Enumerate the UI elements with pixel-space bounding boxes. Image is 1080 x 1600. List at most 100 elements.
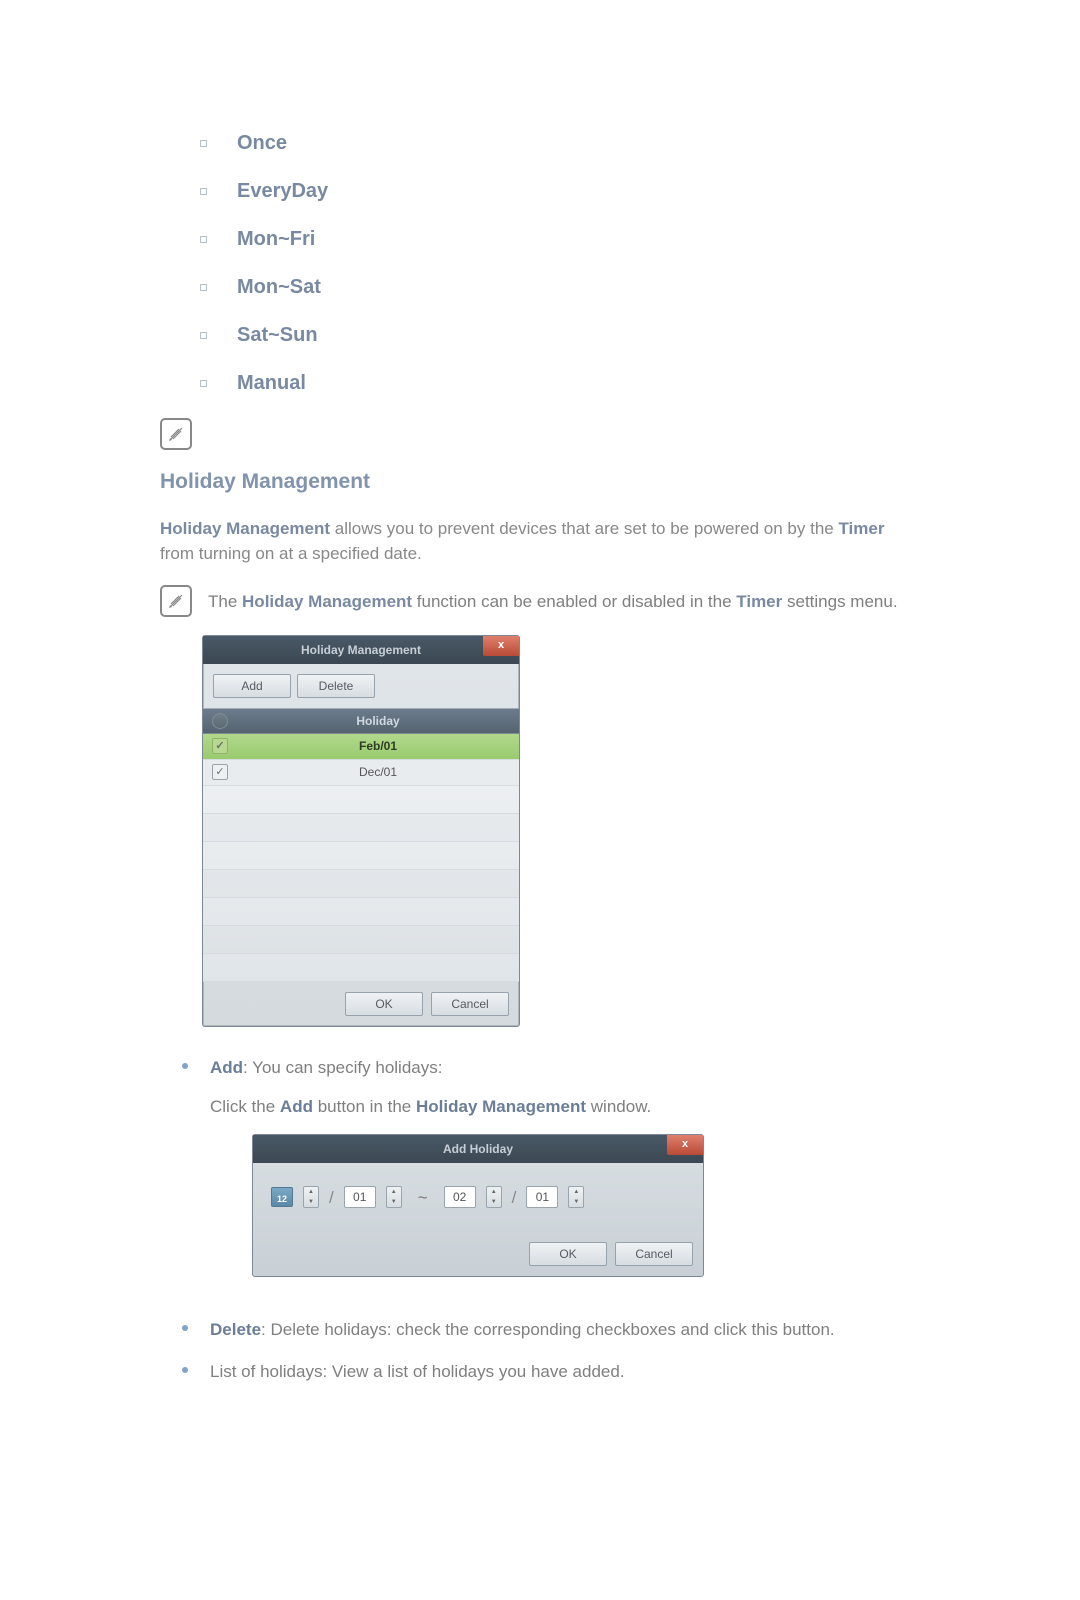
column-header-holiday: Holiday [237, 712, 519, 730]
close-button[interactable]: x [667, 1135, 703, 1155]
option-label: Sat~Sun [237, 320, 318, 350]
ok-button[interactable]: OK [529, 1242, 607, 1266]
hint-text-3: window. [586, 1097, 651, 1116]
day-start-value[interactable]: 02 [444, 1186, 476, 1208]
square-bullet-icon [200, 380, 207, 387]
day-start-spinner[interactable]: ▲▼ [386, 1186, 402, 1208]
slash-separator: / [512, 1185, 517, 1211]
square-bullet-icon [200, 188, 207, 195]
hint-text-1: Click the [210, 1097, 280, 1116]
section-heading: Holiday Management [160, 466, 920, 498]
hint-bold-add: Add [280, 1097, 313, 1116]
option-label: Manual [237, 368, 306, 398]
hint-bold-hm: Holiday Management [416, 1097, 586, 1116]
add-button-label: Add [241, 677, 262, 695]
square-bullet-icon [200, 332, 207, 339]
table-row[interactable]: ✓ Feb/01 [203, 734, 519, 760]
chevron-up-icon: ▲ [487, 1187, 501, 1197]
square-bullet-icon [200, 140, 207, 147]
dialog-titlebar: Holiday Management x [203, 636, 519, 664]
note-bold-hm: Holiday Management [242, 592, 412, 611]
chevron-down-icon: ▼ [487, 1197, 501, 1207]
row-checkbox[interactable]: ✓ [212, 738, 228, 754]
row-holiday-value: Dec/01 [237, 763, 519, 781]
feature-list-holidays: List of holidays: View a list of holiday… [182, 1359, 920, 1385]
hint-text-2: button in the [313, 1097, 416, 1116]
intro-text-2: from turning on at a specified date. [160, 544, 422, 563]
note-icon [160, 418, 192, 450]
add-button[interactable]: Add [213, 674, 291, 698]
month-start-value[interactable]: 01 [344, 1186, 376, 1208]
feature-add: Add : You can specify holidays: Click the… [182, 1055, 920, 1302]
chevron-up-icon: ▲ [304, 1187, 318, 1197]
intro-bold-timer: Timer [838, 519, 884, 538]
close-icon: x [498, 637, 504, 654]
cancel-button[interactable]: Cancel [431, 992, 509, 1016]
add-holiday-body: 12 ▲▼ / 01 ▲▼ ~ 02 ▲▼ / 01 ▲▼ [253, 1163, 703, 1233]
chevron-down-icon: ▼ [387, 1197, 401, 1207]
option-mon-fri: Mon~Fri [200, 224, 920, 254]
close-icon: x [682, 1136, 688, 1153]
table-row[interactable]: ✓ Dec/01 [203, 760, 519, 786]
chevron-up-icon: ▲ [569, 1187, 583, 1197]
ok-button[interactable]: OK [345, 992, 423, 1016]
month-start-spinner[interactable]: ▲▼ [303, 1186, 319, 1208]
dialog-footer: OK Cancel [203, 982, 519, 1026]
option-label: EveryDay [237, 176, 328, 206]
month-end-value[interactable]: 01 [526, 1186, 558, 1208]
dialog-title: Holiday Management [301, 641, 421, 659]
day-end-spinner[interactable]: ▲▼ [568, 1186, 584, 1208]
calendar-icon-label: 12 [277, 1193, 287, 1207]
slash-separator: / [329, 1185, 334, 1211]
cancel-button-label: Cancel [635, 1245, 672, 1263]
month-end-spinner[interactable]: ▲▼ [486, 1186, 502, 1208]
intro-text-1: allows you to prevent devices that are s… [330, 519, 838, 538]
note-row: The Holiday Management function can be e… [160, 585, 920, 617]
option-mon-sat: Mon~Sat [200, 272, 920, 302]
bullet-dot-icon [182, 1325, 188, 1331]
note-text: The Holiday Management function can be e… [208, 585, 898, 615]
add-holiday-dialog: Add Holiday x 12 ▲▼ / 01 ▲▼ ~ 02 ▲▼ / 01… [252, 1134, 704, 1278]
dialog-titlebar: Add Holiday x [253, 1135, 703, 1163]
delete-button-label: Delete [319, 677, 354, 695]
row-holiday-value: Feb/01 [237, 737, 519, 755]
option-once: Once [200, 128, 920, 158]
option-label: Mon~Fri [237, 224, 315, 254]
chevron-down-icon: ▼ [569, 1197, 583, 1207]
square-bullet-icon [200, 284, 207, 291]
bullet-dot-icon [182, 1063, 188, 1069]
feature-delete-desc: : Delete holidays: check the correspondi… [261, 1320, 835, 1339]
square-bullet-icon [200, 236, 207, 243]
feature-add-desc: : You can specify holidays: [243, 1058, 442, 1077]
note-text-pre: The [208, 592, 242, 611]
close-button[interactable]: x [483, 636, 519, 656]
delete-button[interactable]: Delete [297, 674, 375, 698]
intro-paragraph: Holiday Management allows you to prevent… [160, 516, 920, 567]
calendar-icon[interactable]: 12 [271, 1187, 293, 1207]
dialog-toolbar: Add Delete [203, 664, 519, 708]
option-manual: Manual [200, 368, 920, 398]
feature-list-desc: List of holidays: View a list of holiday… [210, 1362, 625, 1381]
intro-bold-hm: Holiday Management [160, 519, 330, 538]
option-everyday: EveryDay [200, 176, 920, 206]
chevron-up-icon: ▲ [387, 1187, 401, 1197]
dialog-footer: OK Cancel [253, 1232, 703, 1276]
feature-delete: Delete: Delete holidays: check the corre… [182, 1317, 920, 1343]
bullet-dot-icon [182, 1367, 188, 1373]
note-bold-timer: Timer [736, 592, 782, 611]
ok-button-label: OK [559, 1245, 576, 1263]
dialog-title: Add Holiday [443, 1140, 513, 1158]
holiday-management-dialog: Holiday Management x Add Delete Holiday … [202, 635, 520, 1027]
note-text-tail: settings menu. [782, 592, 897, 611]
chevron-down-icon: ▼ [304, 1197, 318, 1207]
note-icon [160, 585, 192, 617]
feature-delete-label: Delete [210, 1320, 261, 1339]
repeat-options-list: Once EveryDay Mon~Fri Mon~Sat Sat~Sun Ma… [200, 128, 920, 398]
table-header: Holiday [203, 708, 519, 734]
note-text-mid: function can be enabled or disabled in t… [412, 592, 736, 611]
select-all-checkbox[interactable] [212, 713, 228, 729]
option-sat-sun: Sat~Sun [200, 320, 920, 350]
range-separator: ~ [412, 1185, 434, 1211]
cancel-button[interactable]: Cancel [615, 1242, 693, 1266]
row-checkbox[interactable]: ✓ [212, 764, 228, 780]
